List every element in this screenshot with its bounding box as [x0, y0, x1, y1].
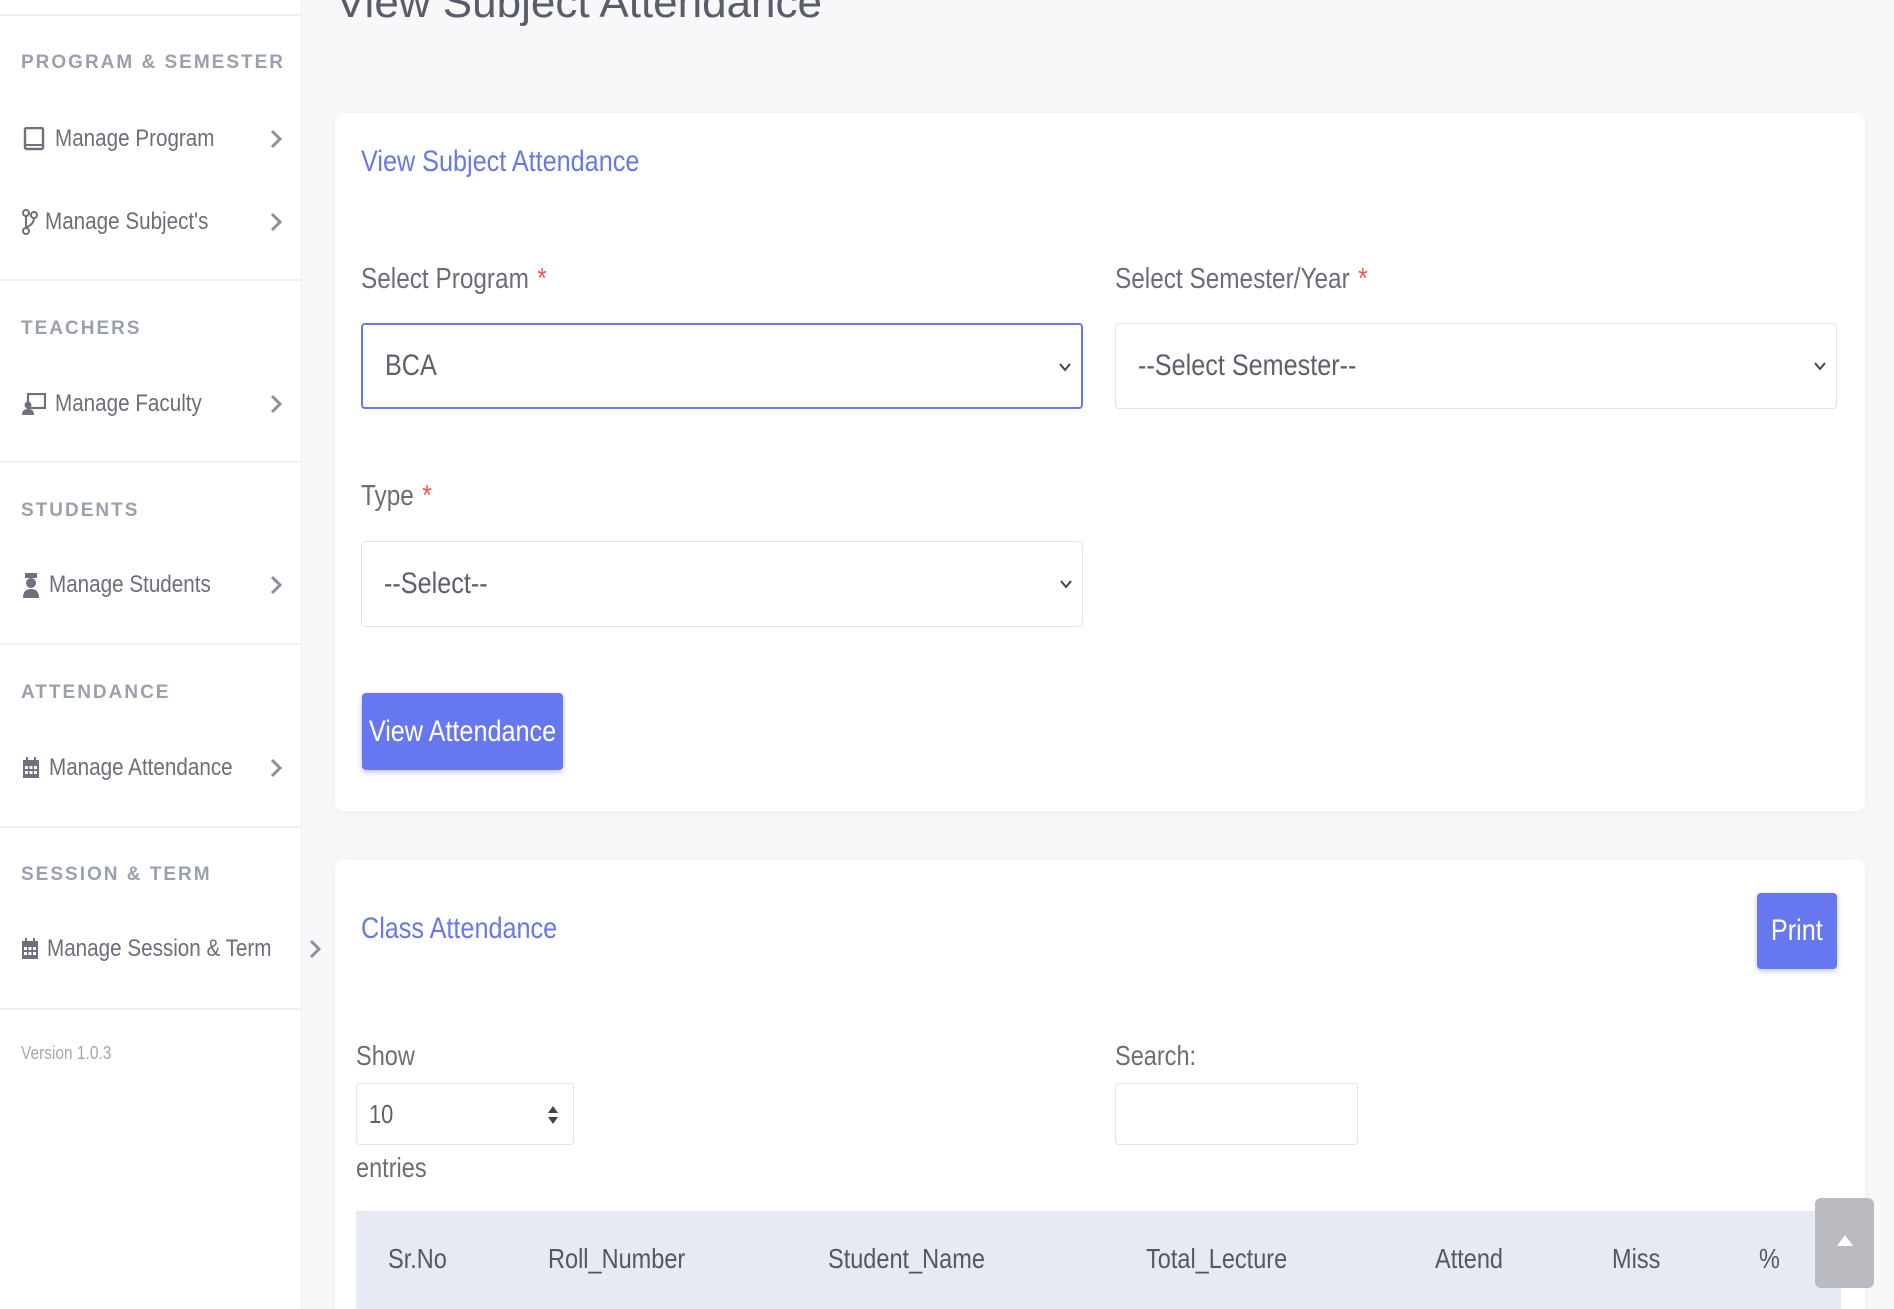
program-label: Select Program *	[361, 263, 547, 296]
search-label: Search:	[1115, 1040, 1197, 1071]
chevron-down-icon	[1057, 359, 1073, 375]
print-button[interactable]: Print	[1757, 893, 1837, 969]
user-graduate-icon	[21, 572, 41, 598]
program-label-text: Select Program	[361, 263, 529, 295]
type-select[interactable]: --Select--	[361, 541, 1083, 627]
required-mark: *	[1358, 263, 1368, 295]
column-header-miss[interactable]: Miss	[1612, 1243, 1660, 1275]
view-attendance-form-card: View Subject Attendance Select Program * …	[335, 113, 1865, 811]
type-select-value: --Select--	[384, 567, 488, 600]
print-button-label: Print	[1771, 914, 1823, 947]
search-input[interactable]	[1115, 1083, 1358, 1145]
entries-length-select[interactable]: 10	[356, 1083, 574, 1145]
view-attendance-button[interactable]: View Attendance	[362, 693, 563, 770]
version-label: Version 1.0.3	[21, 1043, 112, 1063]
column-header-student-name[interactable]: Student_Name	[828, 1243, 985, 1275]
form-card-title: View Subject Attendance	[361, 145, 640, 178]
type-label: Type *	[361, 480, 432, 513]
chalkboard-teacher-icon	[21, 391, 47, 417]
chevron-up-icon	[1836, 1234, 1854, 1253]
sidebar-heading-program-semester: PROGRAM & SEMESTER	[21, 52, 286, 73]
program-select[interactable]: BCA	[361, 323, 1083, 409]
sidebar-divider	[0, 1008, 302, 1010]
semester-select-value: --Select Semester--	[1138, 349, 1357, 382]
entries-length-value: 10	[369, 1098, 394, 1129]
branch-icon	[21, 209, 39, 235]
sidebar-item-label: Manage Faculty	[55, 390, 202, 417]
required-mark: *	[422, 480, 432, 512]
scroll-to-top-button[interactable]	[1815, 1198, 1874, 1288]
sidebar-item-label: Manage Subject's	[45, 208, 209, 235]
page-title: View Subject Attendance	[336, 0, 822, 27]
entries-label: entries	[356, 1152, 427, 1183]
chevron-right-icon	[269, 129, 283, 149]
sidebar-heading-students: STUDENTS	[21, 500, 140, 521]
chevron-down-icon	[1058, 576, 1074, 592]
chevron-right-icon	[269, 394, 283, 414]
sidebar-divider	[0, 279, 302, 281]
program-select-value: BCA	[385, 349, 437, 382]
semester-label: Select Semester/Year *	[1115, 263, 1368, 296]
required-mark: *	[537, 263, 547, 295]
sidebar-item-label: Manage Attendance	[49, 754, 233, 781]
chevron-right-icon	[269, 575, 283, 595]
calendar-icon	[21, 936, 39, 962]
sidebar: PROGRAM & SEMESTER Manage Program Manage…	[0, 0, 322, 1309]
column-header-percent[interactable]: %	[1759, 1243, 1780, 1275]
calendar-icon	[21, 755, 41, 781]
tablet-icon	[21, 126, 47, 152]
sidebar-divider	[0, 826, 302, 828]
sidebar-item-label: Manage Program	[55, 125, 215, 152]
sidebar-item-manage-program[interactable]: Manage Program	[21, 119, 283, 159]
view-attendance-button-label: View Attendance	[368, 714, 557, 748]
semester-select[interactable]: --Select Semester--	[1115, 323, 1837, 409]
chevron-right-icon	[269, 212, 283, 232]
sort-updown-icon	[547, 1102, 559, 1128]
sidebar-item-manage-session-term[interactable]: Manage Session & Term	[21, 929, 322, 969]
column-header-attend[interactable]: Attend	[1435, 1243, 1503, 1275]
sidebar-item-manage-faculty[interactable]: Manage Faculty	[21, 384, 283, 424]
semester-label-text: Select Semester/Year	[1115, 263, 1350, 295]
chevron-right-icon	[269, 758, 283, 778]
sidebar-top-divider	[0, 14, 302, 16]
sidebar-item-manage-attendance[interactable]: Manage Attendance	[21, 748, 283, 788]
type-label-text: Type	[361, 480, 414, 512]
sidebar-item-manage-students[interactable]: Manage Students	[21, 565, 283, 605]
column-header-sr-no[interactable]: Sr.No	[388, 1243, 447, 1275]
sidebar-divider	[0, 643, 302, 645]
column-header-roll-number[interactable]: Roll_Number	[548, 1243, 685, 1275]
chevron-down-icon	[1812, 358, 1828, 374]
sidebar-item-label: Manage Students	[49, 571, 211, 598]
attendance-table-header: Sr.No Roll_Number Student_Name Total_Lec…	[356, 1211, 1841, 1309]
column-header-total-lecture[interactable]: Total_Lecture	[1146, 1243, 1287, 1275]
show-label: Show	[356, 1040, 415, 1071]
chevron-right-icon	[308, 939, 322, 959]
sidebar-heading-teachers: TEACHERS	[21, 318, 142, 339]
sidebar-item-label: Manage Session & Term	[47, 935, 272, 962]
sidebar-divider	[0, 461, 302, 463]
sidebar-heading-session-term: SESSION & TERM	[21, 864, 212, 885]
sidebar-heading-attendance: ATTENDANCE	[21, 682, 171, 703]
class-attendance-title: Class Attendance	[361, 912, 558, 945]
sidebar-item-manage-subjects[interactable]: Manage Subject's	[21, 202, 283, 242]
